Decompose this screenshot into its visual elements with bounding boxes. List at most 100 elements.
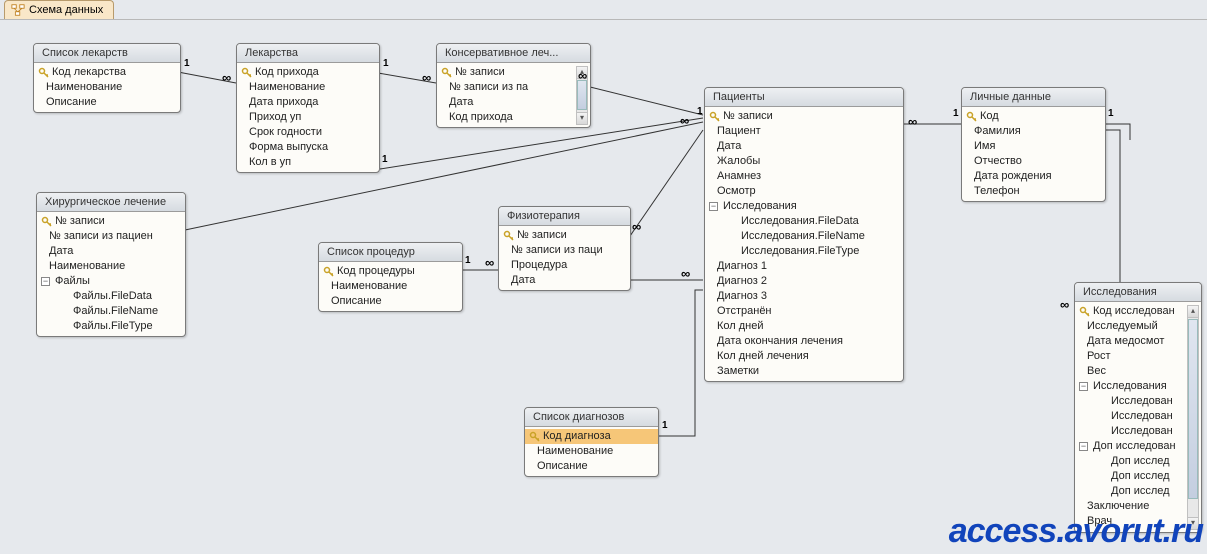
field[interactable]: Описание	[34, 95, 180, 110]
collapse-icon[interactable]: −	[709, 202, 718, 211]
field[interactable]: Исследования.FileType	[705, 244, 903, 259]
table-physio[interactable]: Физиотерапия № записи № записи из паци П…	[498, 206, 631, 291]
field[interactable]: Описание	[319, 294, 462, 309]
field[interactable]: Код	[962, 109, 1105, 124]
table-title[interactable]: Хирургическое лечение	[37, 193, 185, 212]
field[interactable]: Заметки	[705, 364, 903, 379]
field[interactable]: −Файлы	[37, 274, 185, 289]
field[interactable]: Отчество	[962, 154, 1105, 169]
field[interactable]: Кол дней	[705, 319, 903, 334]
field[interactable]: −Доп исследован	[1075, 439, 1187, 454]
field[interactable]: Файлы.FileData	[37, 289, 185, 304]
tab-schema[interactable]: Схема данных	[4, 0, 114, 19]
table-surgery[interactable]: Хирургическое лечение № записи № записи …	[36, 192, 186, 337]
field[interactable]: −Исследования	[705, 199, 903, 214]
field[interactable]: Наименование	[319, 279, 462, 294]
field[interactable]: Код процедуры	[319, 264, 462, 279]
field[interactable]: Телефон	[962, 184, 1105, 199]
field[interactable]: Дата	[499, 273, 630, 288]
table-conservative[interactable]: Консервативное леч... № записи № записи …	[436, 43, 591, 128]
field[interactable]: Наименование	[37, 259, 185, 274]
field[interactable]: Код диагноза	[525, 429, 658, 444]
field[interactable]: Дата окончания лечения	[705, 334, 903, 349]
field[interactable]: Исследования.FileData	[705, 214, 903, 229]
table-procedure-list[interactable]: Список процедур Код процедуры Наименован…	[318, 242, 463, 312]
field[interactable]: Описание	[525, 459, 658, 474]
collapse-icon[interactable]: −	[41, 277, 50, 286]
field[interactable]: Код прихода	[437, 110, 576, 125]
table-title[interactable]: Лекарства	[237, 44, 379, 63]
field[interactable]: Наименование	[34, 80, 180, 95]
field[interactable]: Диагноз 1	[705, 259, 903, 274]
field[interactable]: −Исследования	[1075, 379, 1187, 394]
field[interactable]: Фамилия	[962, 124, 1105, 139]
table-title[interactable]: Личные данные	[962, 88, 1105, 107]
field[interactable]: Доп исслед	[1075, 469, 1187, 484]
field[interactable]: Исследован	[1075, 409, 1187, 424]
table-diagnosis-list[interactable]: Список диагнозов Код диагноза Наименован…	[524, 407, 659, 477]
field[interactable]: Файлы.FileName	[37, 304, 185, 319]
scrollbar[interactable]: ▴ ▾	[1187, 305, 1199, 530]
scroll-up-icon[interactable]: ▴	[1188, 306, 1198, 318]
field[interactable]: № записи	[499, 228, 630, 243]
field[interactable]: Форма выпуска	[237, 140, 379, 155]
table-research[interactable]: Исследования Код исследован Исследуемый …	[1074, 282, 1202, 533]
table-personal[interactable]: Личные данные Код Фамилия Имя Отчество Д…	[961, 87, 1106, 202]
field[interactable]: Исследован	[1075, 394, 1187, 409]
field[interactable]: Дата	[437, 95, 576, 110]
field[interactable]: Пациент	[705, 124, 903, 139]
field[interactable]: Анамнез	[705, 169, 903, 184]
table-patients[interactable]: Пациенты № записи Пациент Дата Жалобы Ан…	[704, 87, 904, 382]
scroll-thumb[interactable]	[1188, 319, 1198, 499]
field[interactable]: Осмотр	[705, 184, 903, 199]
field[interactable]: Приход уп	[237, 110, 379, 125]
field[interactable]: № записи из паци	[499, 243, 630, 258]
field[interactable]: № записи	[37, 214, 185, 229]
field[interactable]: Исследуемый	[1075, 319, 1187, 334]
field[interactable]: Жалобы	[705, 154, 903, 169]
field[interactable]: Наименование	[525, 444, 658, 459]
collapse-icon[interactable]: −	[1079, 442, 1088, 451]
field[interactable]: Срок годности	[237, 125, 379, 140]
table-title[interactable]: Список лекарств	[34, 44, 180, 63]
field[interactable]: Диагноз 3	[705, 289, 903, 304]
field[interactable]: Код лекарства	[34, 65, 180, 80]
field[interactable]: Кол в уп	[237, 155, 379, 170]
table-title[interactable]: Список диагнозов	[525, 408, 658, 427]
field[interactable]: Дата	[705, 139, 903, 154]
field[interactable]: Имя	[962, 139, 1105, 154]
table-title[interactable]: Список процедур	[319, 243, 462, 262]
field[interactable]: Исследования.FileName	[705, 229, 903, 244]
field[interactable]: Дата прихода	[237, 95, 379, 110]
table-title[interactable]: Исследования	[1075, 283, 1201, 302]
field[interactable]: № записи из па	[437, 80, 576, 95]
collapse-icon[interactable]: −	[1079, 382, 1088, 391]
field[interactable]: Дата рождения	[962, 169, 1105, 184]
field[interactable]: № записи из пациен	[37, 229, 185, 244]
field[interactable]: Код исследован	[1075, 304, 1187, 319]
field[interactable]: № записи	[705, 109, 903, 124]
field[interactable]: Доп исслед	[1075, 454, 1187, 469]
field[interactable]: Файлы.FileType	[37, 319, 185, 334]
field[interactable]: Рост	[1075, 349, 1187, 364]
field[interactable]: Наименование	[237, 80, 379, 95]
table-title[interactable]: Физиотерапия	[499, 207, 630, 226]
field[interactable]: Код прихода	[237, 65, 379, 80]
table-title[interactable]: Пациенты	[705, 88, 903, 107]
field[interactable]: Кол дней лечения	[705, 349, 903, 364]
table-drug-list[interactable]: Список лекарств Код лекарства Наименован…	[33, 43, 181, 113]
schema-canvas[interactable]: Список лекарств Код лекарства Наименован…	[0, 19, 1207, 553]
field[interactable]: Доп исслед	[1075, 484, 1187, 499]
scroll-thumb[interactable]	[577, 80, 587, 110]
field[interactable]: Процедура	[499, 258, 630, 273]
table-drugs[interactable]: Лекарства Код прихода Наименование Дата …	[236, 43, 380, 173]
field[interactable]: Вес	[1075, 364, 1187, 379]
table-title[interactable]: Консервативное леч...	[437, 44, 590, 63]
field[interactable]: Исследован	[1075, 424, 1187, 439]
scroll-down-icon[interactable]: ▾	[577, 112, 587, 124]
field[interactable]: Диагноз 2	[705, 274, 903, 289]
field[interactable]: № записи	[437, 65, 576, 80]
field[interactable]: Отстранён	[705, 304, 903, 319]
field[interactable]: Дата	[37, 244, 185, 259]
field[interactable]: Дата медосмот	[1075, 334, 1187, 349]
